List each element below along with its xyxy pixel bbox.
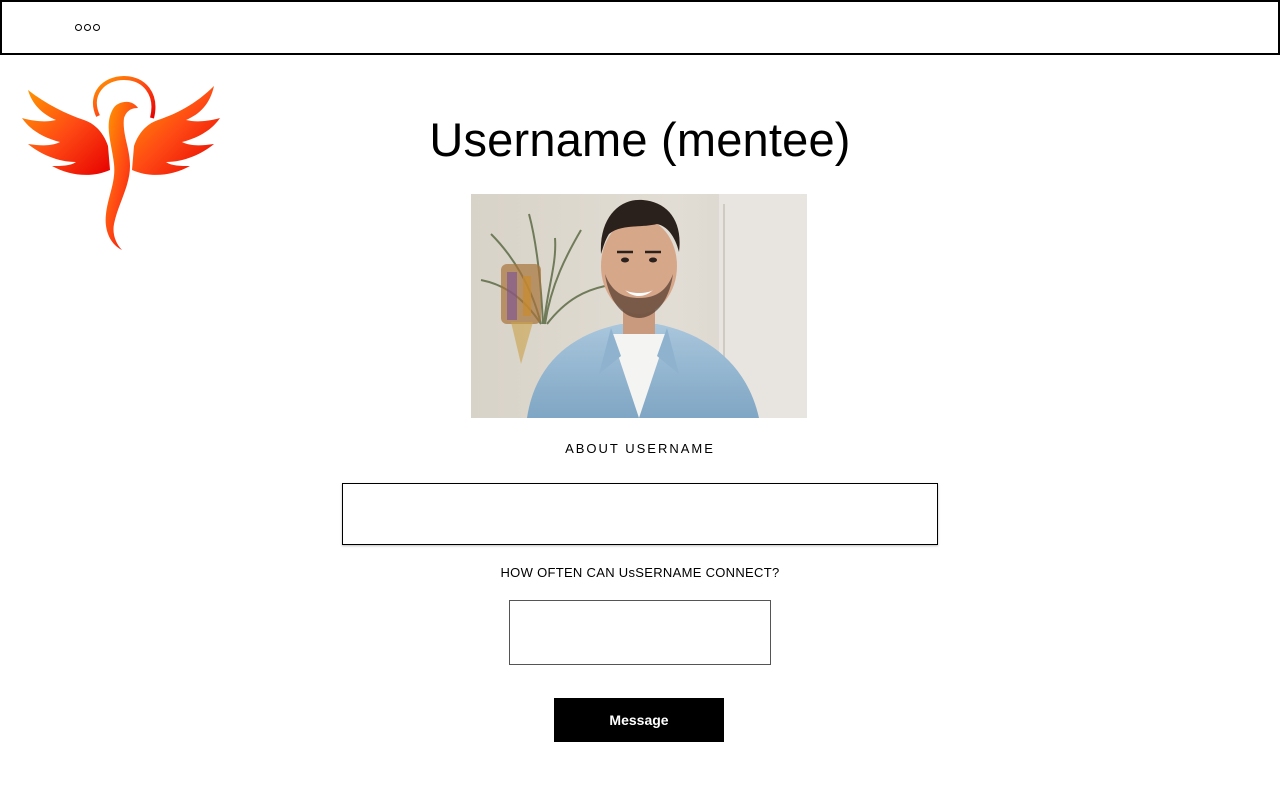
connect-frequency-label: HOW OFTEN CAN UsSERNAME CONNECT? (500, 565, 780, 580)
top-bar (0, 0, 1280, 55)
more-dots-icon[interactable] (75, 24, 100, 31)
connect-frequency-field[interactable] (509, 600, 771, 665)
about-label: ABOUT USERNAME (565, 441, 715, 456)
about-field[interactable] (342, 483, 938, 545)
dot-icon (84, 24, 91, 31)
profile-photo (471, 194, 807, 418)
page-title: Username (mentee) (429, 113, 851, 166)
page: Username (mentee) ABOUT USERNAME HOW OFT… (0, 0, 1280, 800)
dot-icon (75, 24, 82, 31)
dot-icon (93, 24, 100, 31)
message-button[interactable]: Message (554, 698, 724, 742)
